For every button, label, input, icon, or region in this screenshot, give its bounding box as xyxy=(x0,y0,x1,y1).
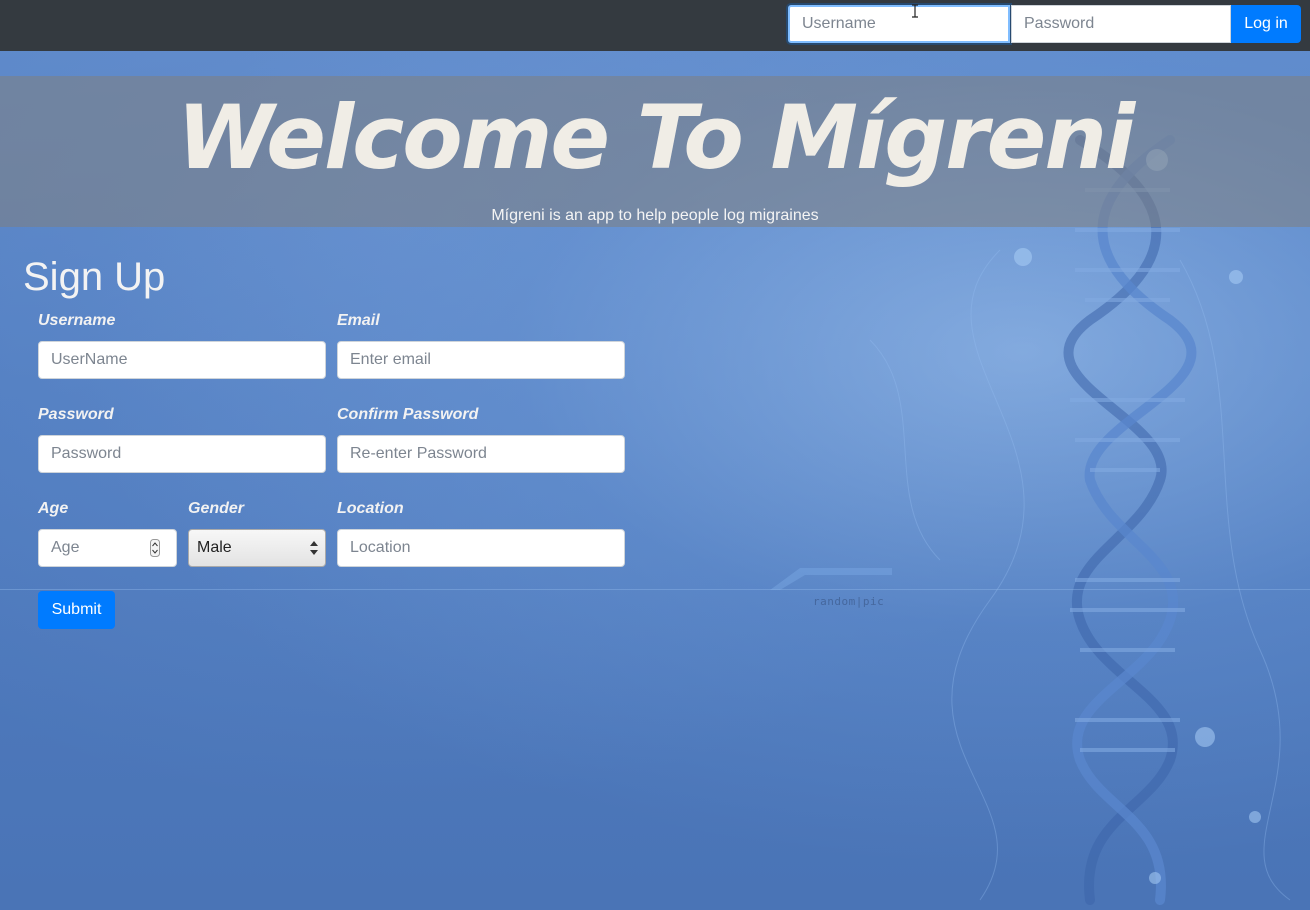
location-label: Location xyxy=(337,500,404,517)
navbar-username-input[interactable] xyxy=(788,5,1010,43)
email-label: Email xyxy=(337,312,380,329)
age-stepper-icon[interactable] xyxy=(150,539,160,557)
navbar-password-input[interactable] xyxy=(1011,5,1231,43)
password-label: Password xyxy=(38,406,114,423)
divider xyxy=(0,589,1310,590)
confirm-password-input[interactable] xyxy=(337,435,625,473)
select-arrows-icon xyxy=(310,541,318,555)
login-button[interactable]: Log in xyxy=(1231,5,1301,43)
background-watermark: random|pic xyxy=(813,595,885,608)
gender-select[interactable]: Male xyxy=(188,529,326,567)
signup-password-input[interactable] xyxy=(38,435,326,473)
hero-title: Welcome To Mígreni xyxy=(176,86,1135,189)
signup-email-input[interactable] xyxy=(337,341,625,379)
submit-button[interactable]: Submit xyxy=(38,591,115,629)
age-label: Age xyxy=(38,500,69,517)
gender-label: Gender xyxy=(188,500,245,517)
top-navbar: Log in xyxy=(0,0,1310,51)
username-label: Username xyxy=(38,312,116,329)
signup-title: Sign Up xyxy=(23,255,166,299)
location-input[interactable] xyxy=(337,529,625,567)
signup-username-input[interactable] xyxy=(38,341,326,379)
text-cursor-icon xyxy=(912,4,918,18)
hero-subtitle: Mígreni is an app to help people log mig… xyxy=(491,207,819,224)
gender-selected-value: Male xyxy=(197,539,232,556)
confirm-password-label: Confirm Password xyxy=(337,406,479,423)
